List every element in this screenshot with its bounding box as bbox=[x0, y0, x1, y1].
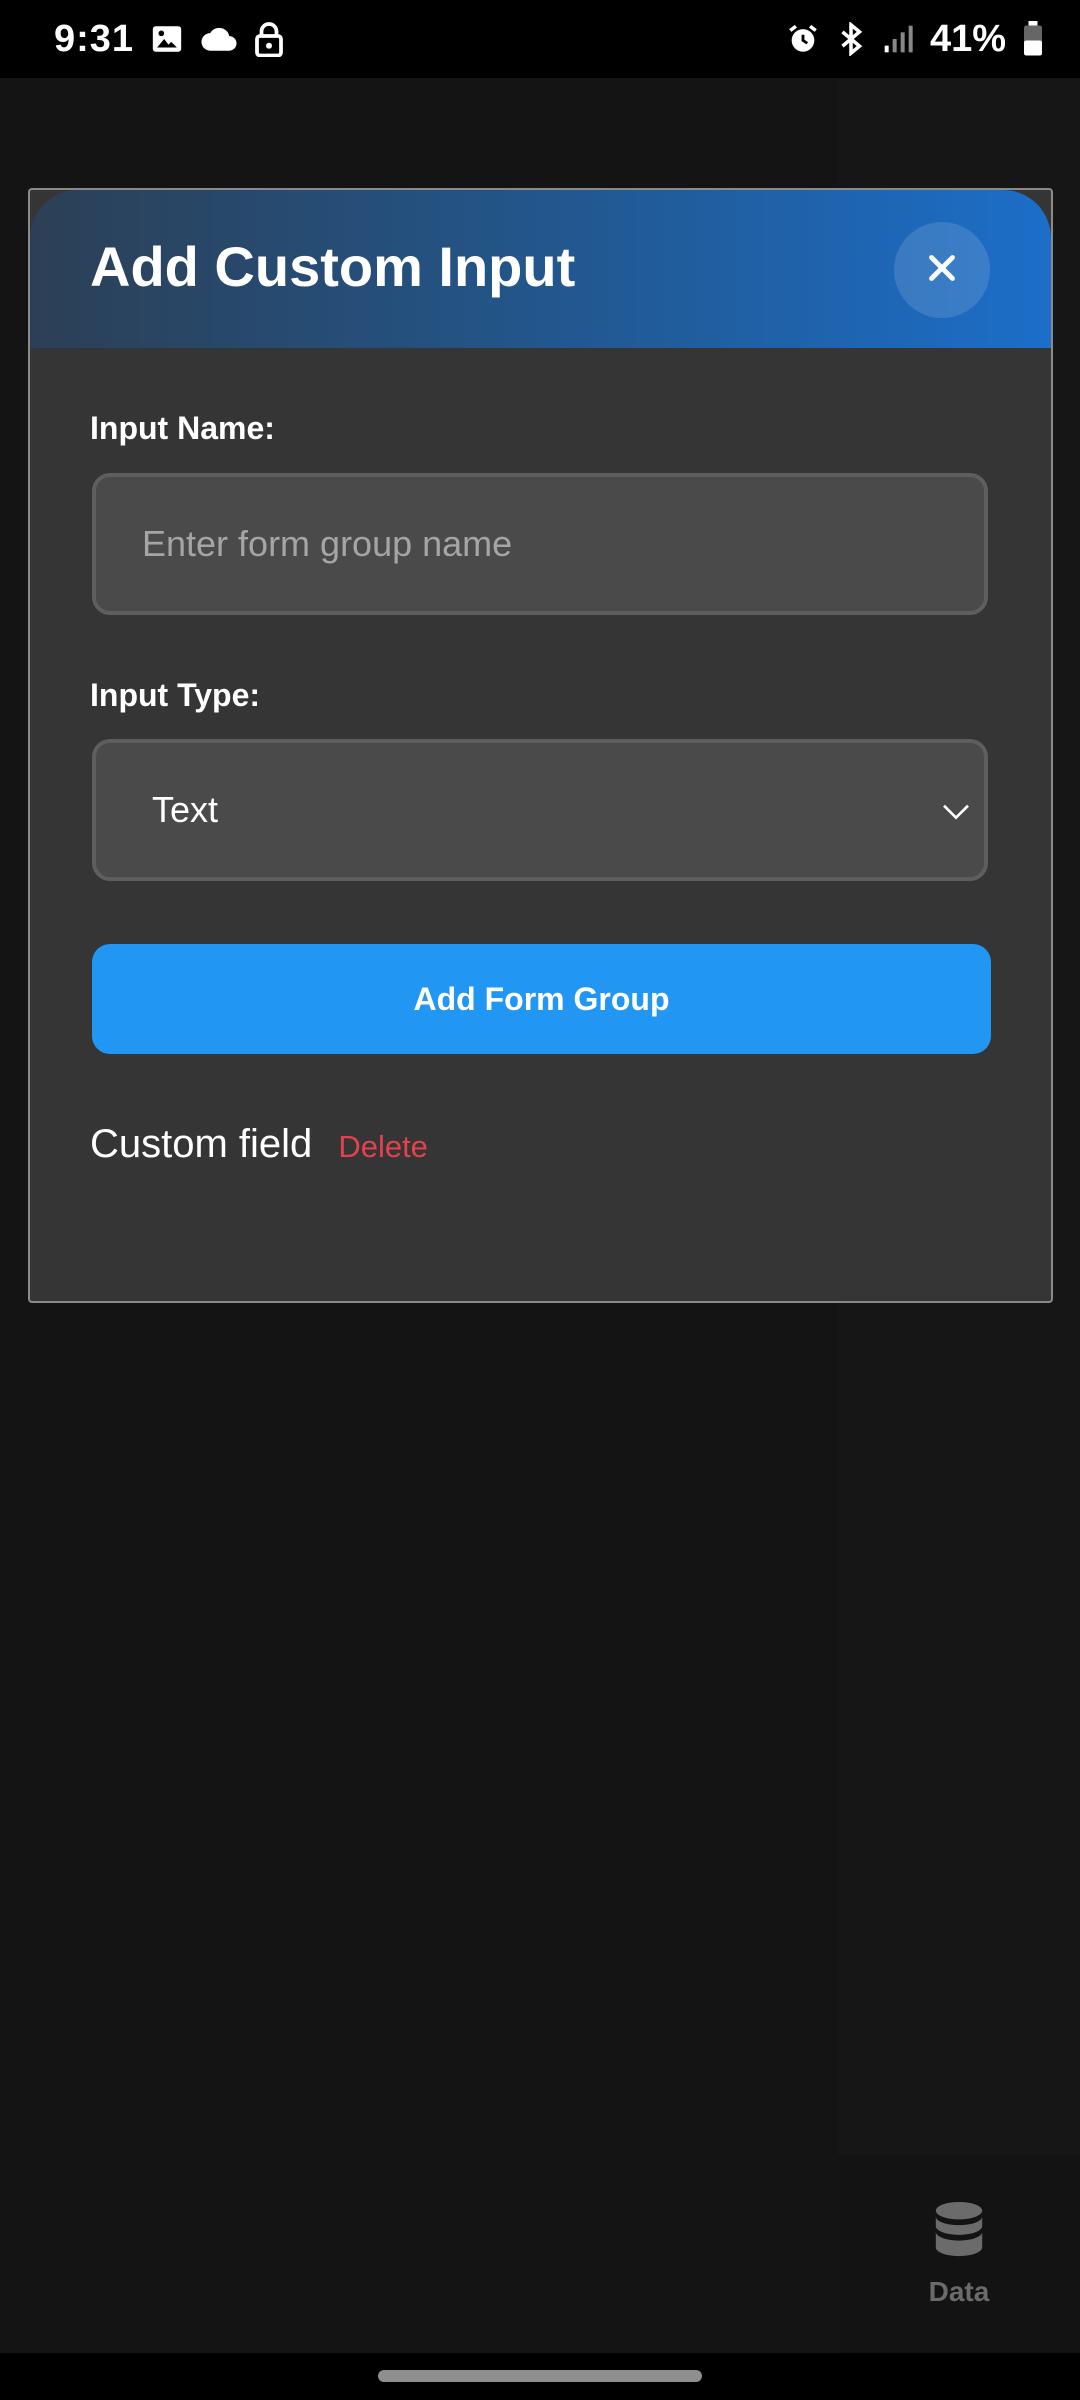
lock-icon bbox=[254, 21, 284, 57]
battery-percent: 41% bbox=[929, 17, 1006, 60]
bottom-nav-data[interactable]: Data bbox=[838, 2155, 1080, 2353]
modal-title: Add Custom Input bbox=[90, 235, 576, 298]
custom-field-name: Custom field bbox=[90, 1122, 313, 1166]
bluetooth-icon bbox=[836, 22, 866, 56]
status-bar: 9:31 41% bbox=[0, 0, 1080, 78]
bottom-nav-data-label: Data bbox=[928, 2275, 990, 2307]
close-icon bbox=[924, 250, 960, 291]
battery-icon bbox=[1022, 21, 1044, 57]
alarm-icon bbox=[786, 22, 820, 56]
home-gesture-handle[interactable] bbox=[378, 2370, 702, 2382]
delete-custom-field-link[interactable]: Delete bbox=[338, 1129, 428, 1165]
input-name-label: Input Name: bbox=[90, 410, 275, 446]
chevron-down-icon bbox=[940, 795, 972, 832]
status-left: 9:31 bbox=[54, 18, 284, 61]
input-type-selected-value: Text bbox=[152, 789, 219, 830]
image-icon bbox=[150, 22, 184, 56]
add-form-group-button[interactable]: Add Form Group bbox=[92, 944, 991, 1054]
signal-icon bbox=[882, 23, 914, 55]
input-type-label: Input Type: bbox=[90, 677, 261, 713]
status-right: 41% bbox=[786, 18, 1044, 61]
input-name-field[interactable] bbox=[92, 473, 988, 615]
cloud-icon bbox=[200, 24, 238, 54]
input-type-select[interactable]: Text bbox=[92, 739, 988, 881]
database-icon bbox=[931, 2201, 987, 2264]
close-button[interactable] bbox=[894, 222, 990, 318]
add-custom-input-modal: Add Custom Input Input Name: Input Type:… bbox=[28, 188, 1053, 1303]
status-time: 9:31 bbox=[54, 17, 135, 60]
modal-header: Add Custom Input bbox=[30, 190, 1051, 348]
custom-field-row: Custom field Delete bbox=[90, 1122, 428, 1167]
